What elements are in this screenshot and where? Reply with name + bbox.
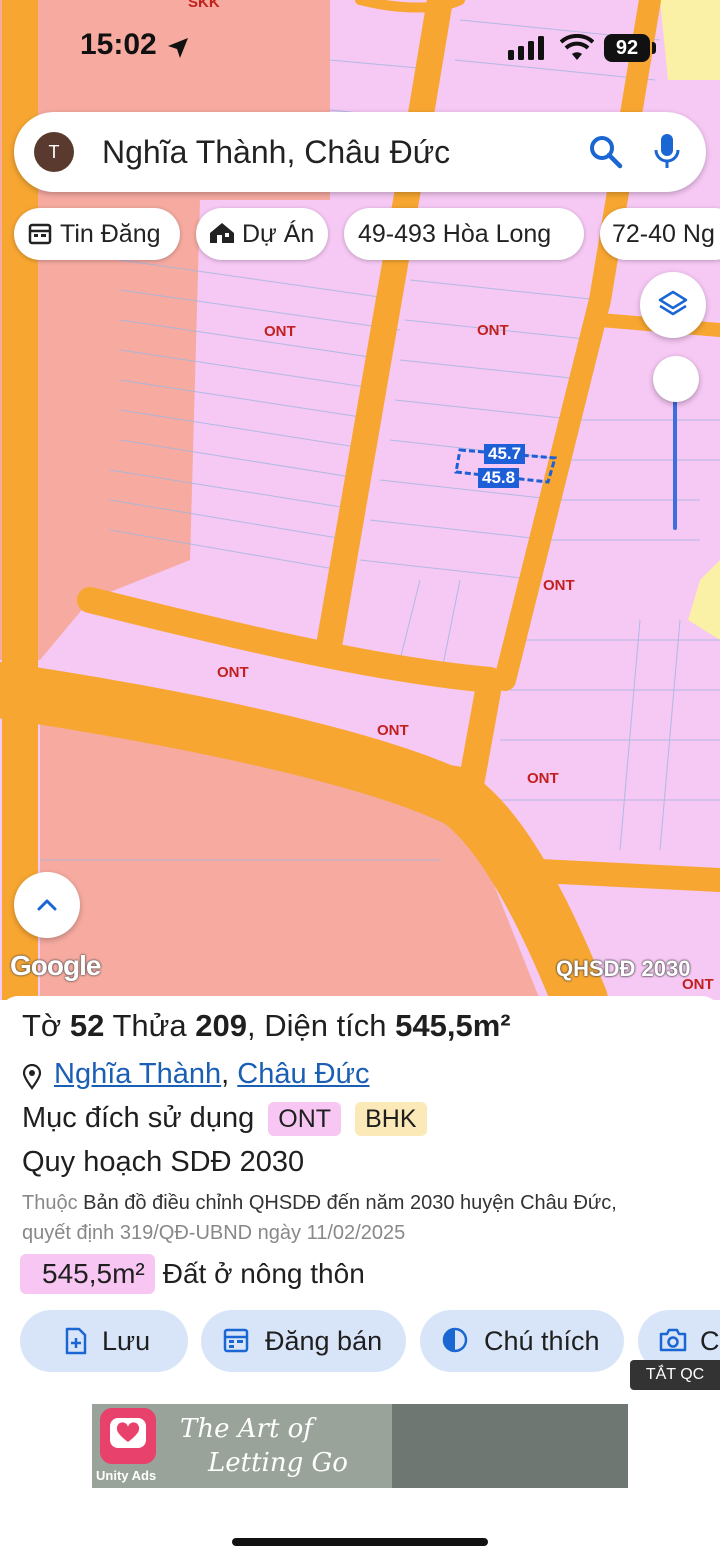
ward-link[interactable]: Nghĩa Thành	[54, 1058, 221, 1090]
opacity-slider-track[interactable]	[673, 380, 677, 530]
chip-label: 49-493 Hòa Long	[358, 220, 552, 248]
purpose-label: Mục đích sử dụng	[22, 1102, 255, 1134]
parcel-label: Thửa	[112, 1008, 187, 1043]
camera-icon	[659, 1328, 687, 1352]
desc-line2: quyết định 319/QĐ-UBND ngày 11/02/2025	[22, 1222, 406, 1244]
chip-parcel-hoa-long[interactable]: 49-493 Hòa Long	[344, 208, 584, 260]
parcel-area: 545,5m²	[395, 1008, 511, 1043]
parcel-title: Tờ 52 Thửa 209, Diện tích 545,5m²	[22, 1008, 511, 1044]
microphone-icon[interactable]	[652, 132, 682, 172]
button-label: Chú thích	[484, 1326, 600, 1356]
land-use-tag-ont[interactable]: ONT	[268, 1102, 342, 1136]
post-sale-button[interactable]: Đăng bán	[201, 1310, 406, 1372]
land-type-row: 545,5m² Đất ở nông thôn	[20, 1254, 365, 1294]
location-separator: ,	[221, 1058, 230, 1090]
ad-subtitle: Letting Go	[208, 1448, 348, 1478]
search-bar[interactable]: T Nghĩa Thành, Châu Đức	[14, 112, 706, 192]
zone-label: ONT	[543, 577, 575, 594]
avatar[interactable]: T	[34, 132, 74, 172]
button-label: Đăng bán	[265, 1326, 383, 1356]
opacity-slider-handle[interactable]	[653, 356, 699, 402]
signal-icon	[508, 36, 544, 60]
battery-tip	[652, 42, 656, 54]
land-type: Đất ở nông thôn	[162, 1258, 365, 1289]
save-file-icon	[65, 1327, 87, 1355]
search-icon[interactable]	[588, 134, 624, 170]
zone-label: ONT	[477, 322, 509, 339]
sheet-number: 52	[69, 1008, 105, 1043]
land-use-purpose: Mục đích sử dụng ONT BHK	[22, 1102, 427, 1136]
desc-prefix: Thuộc	[22, 1192, 78, 1214]
ad-banner[interactable]: The Art of Letting Go Unity Ads	[92, 1404, 628, 1488]
ad-brand: Unity Ads	[96, 1468, 157, 1483]
chip-label: Dự Án	[242, 220, 315, 248]
save-button[interactable]: Lưu	[20, 1310, 188, 1372]
status-bar: 15:02 92	[0, 0, 720, 100]
search-input[interactable]: Nghĩa Thành, Châu Đức	[102, 132, 450, 172]
parcel-dimension: 45.7	[484, 444, 526, 464]
calendar-icon	[223, 1328, 249, 1353]
chip-label: 72-40 Ng	[612, 220, 715, 248]
parcel-location: Nghĩa Thành, Châu Đức	[22, 1058, 370, 1091]
battery-indicator: 92	[604, 34, 650, 62]
area-tag: 545,5m²	[20, 1254, 155, 1294]
expand-button[interactable]	[14, 872, 80, 938]
chip-parcel-72-40[interactable]: 72-40 Ng	[600, 208, 720, 260]
ad-title: The Art of	[180, 1414, 313, 1444]
parcel-dimension: 45.8	[478, 468, 520, 488]
plan-description: Thuộc Bản đồ điều chỉnh QHSDĐ đến năm 20…	[22, 1188, 720, 1248]
district-link[interactable]: Châu Đức	[237, 1058, 369, 1090]
button-label: Lưu	[102, 1326, 151, 1356]
contrast-icon	[442, 1327, 468, 1353]
sheet-label: Tờ	[22, 1008, 62, 1043]
chip-du-an[interactable]: Dự Án	[196, 208, 328, 260]
land-use-tag-bhk[interactable]: BHK	[355, 1102, 427, 1136]
location-pin-icon	[22, 1064, 42, 1090]
parcel-number: 209	[195, 1008, 247, 1043]
zone-label: ONT	[527, 770, 559, 787]
house-icon	[210, 223, 234, 243]
ad-app-icon	[100, 1408, 156, 1464]
chip-label: Tin Đăng	[60, 220, 161, 248]
plan-heading: Quy hoạch SDĐ 2030	[22, 1146, 305, 1178]
location-arrow-icon	[168, 38, 188, 58]
zone-label: ONT	[264, 323, 296, 340]
layers-icon	[658, 290, 688, 316]
desc-line1: Bản đồ điều chỉnh QHSDĐ đến năm 2030 huy…	[83, 1192, 617, 1214]
chip-tin-dang[interactable]: Tin Đăng	[14, 208, 180, 260]
zone-label: ONT	[377, 722, 409, 739]
chevron-up-icon	[37, 899, 57, 911]
layers-button[interactable]	[640, 272, 706, 338]
map-layer-name: QHSDĐ 2030	[556, 956, 691, 981]
calendar-icon	[28, 223, 52, 245]
zone-label: ONT	[217, 664, 249, 681]
google-logo: Google	[10, 950, 101, 981]
area-label: , Diện tích	[246, 1008, 387, 1043]
heart-chat-icon	[110, 1418, 146, 1448]
close-ad-button[interactable]: TẮT QC	[630, 1360, 720, 1390]
ad-photo	[392, 1404, 628, 1488]
home-indicator[interactable]	[232, 1538, 488, 1546]
wifi-icon	[560, 34, 594, 60]
status-time: 15:02	[80, 28, 157, 61]
legend-button[interactable]: Chú thích	[420, 1310, 624, 1372]
